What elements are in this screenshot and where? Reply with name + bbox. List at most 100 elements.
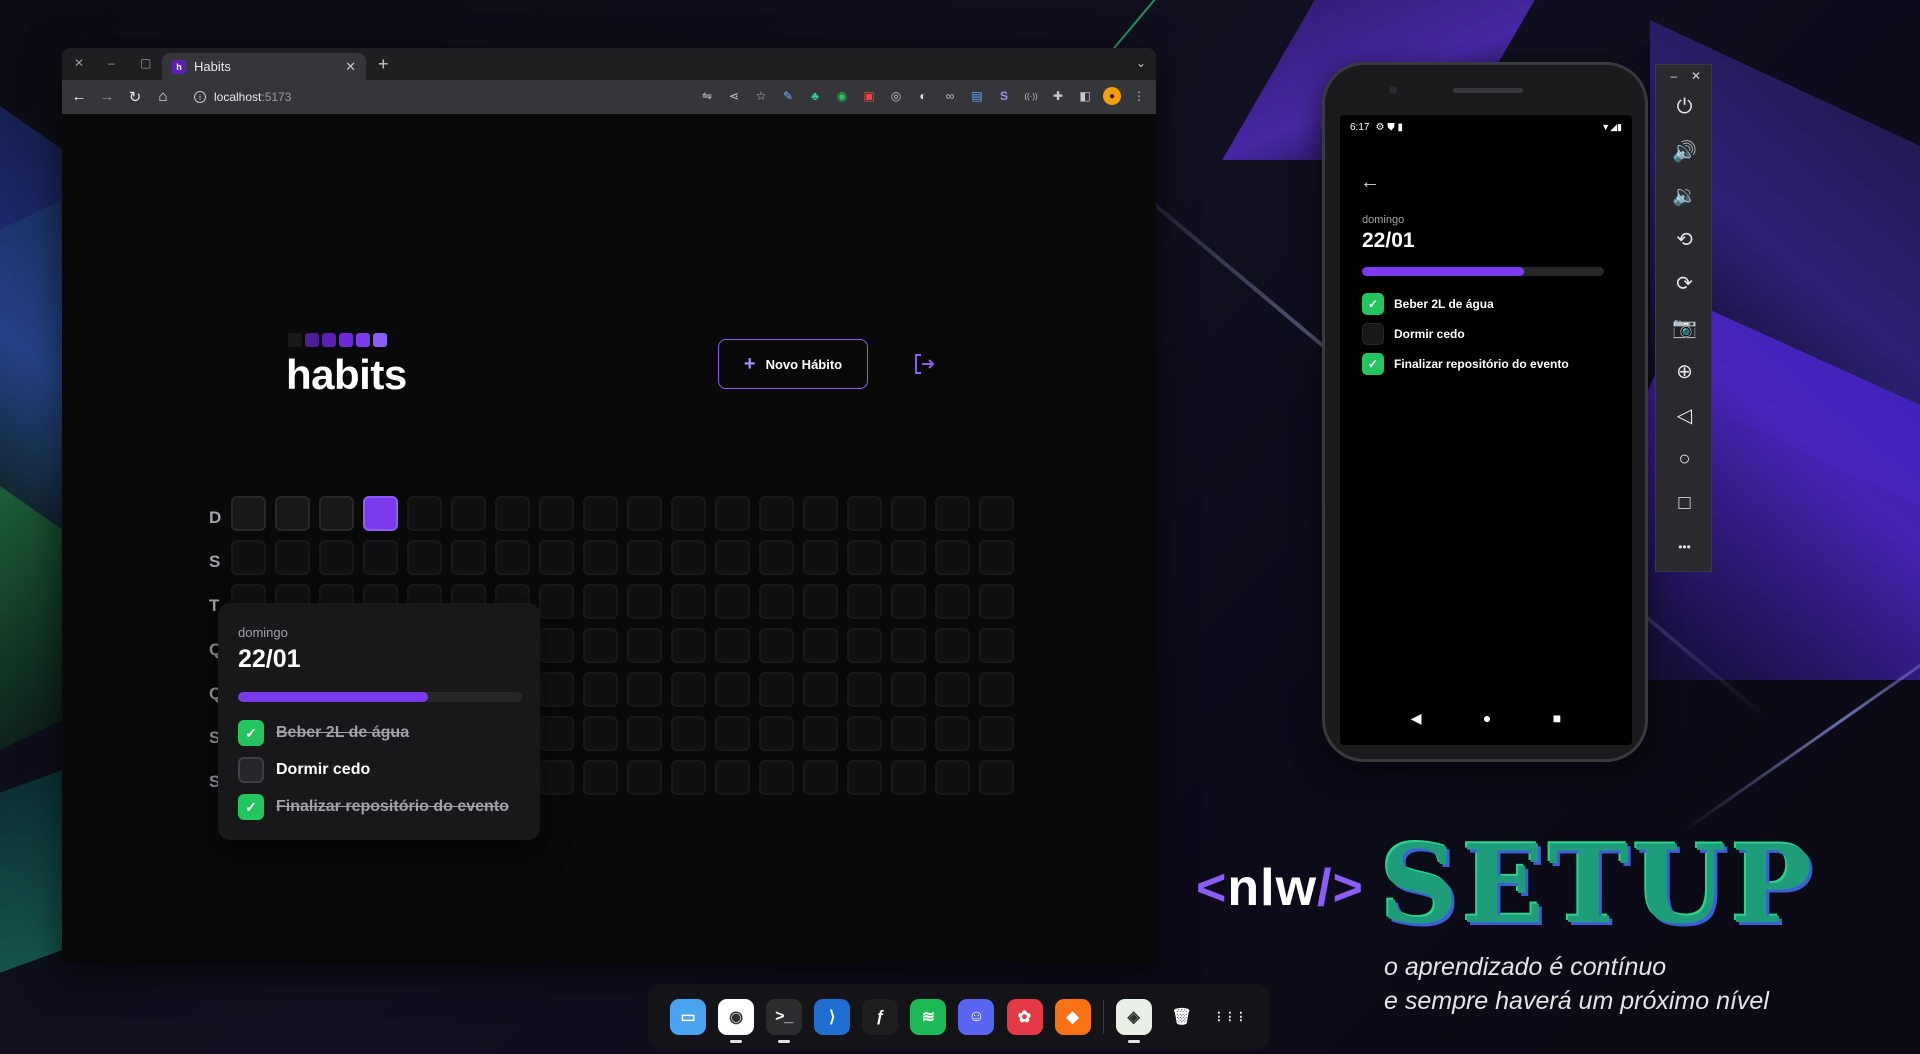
habit-day-cell[interactable] [583,760,618,795]
terminal-app-icon[interactable]: >_ [766,999,803,1043]
habit-day-cell[interactable] [671,628,706,663]
bookmark-star-icon[interactable]: ☆ [752,87,770,105]
s-badge-extension-icon[interactable]: S [995,87,1013,105]
habit-day-cell[interactable] [847,496,882,531]
minimize-window-icon[interactable]: – [108,56,115,70]
habit-day-cell[interactable] [627,672,662,707]
back-icon[interactable]: ◁ [1656,393,1713,437]
habit-day-cell[interactable] [847,672,882,707]
trash-app-icon[interactable]: 🗑 [1164,999,1200,1035]
habit-day-cell[interactable] [671,760,706,795]
habit-day-cell[interactable] [847,628,882,663]
habit-day-cell[interactable] [803,672,838,707]
habit-day-cell[interactable] [935,628,970,663]
logout-icon[interactable] [912,352,936,376]
address-bar[interactable]: i localhost:5173 [190,85,750,109]
habit-day-cell[interactable] [979,716,1014,751]
habit-day-cell[interactable] [759,628,794,663]
close-tab-icon[interactable]: ✕ [345,59,356,75]
habit-day-cell[interactable] [935,584,970,619]
back-arrow-icon[interactable]: ← [70,88,88,105]
new-habit-button[interactable]: + Novo Hábito [718,339,868,389]
habit-day-cell[interactable] [407,540,442,575]
habit-day-cell[interactable] [451,540,486,575]
habit-day-cell[interactable] [671,496,706,531]
chevron-down-icon[interactable]: ⌄ [1136,56,1146,70]
tree-extension-icon[interactable]: ♣ [806,87,824,105]
tab-habits[interactable]: h Habits ✕ [162,53,366,80]
sidepanel-icon[interactable]: ◧ [1076,87,1094,105]
habit-day-cell[interactable] [715,584,750,619]
habit-day-cell[interactable] [847,584,882,619]
habit-day-cell[interactable] [803,760,838,795]
habit-day-cell[interactable] [671,584,706,619]
habit-day-cell[interactable] [539,672,574,707]
habit-day-cell[interactable] [627,540,662,575]
habit-day-cell[interactable] [319,540,354,575]
habit-day-cell[interactable] [627,628,662,663]
habit-day-cell[interactable] [539,496,574,531]
habit-day-cell[interactable] [759,584,794,619]
habit-day-cell[interactable] [275,496,310,531]
habit-day-cell[interactable] [759,540,794,575]
habit-day-cell[interactable] [539,716,574,751]
habit-day-cell[interactable] [759,716,794,751]
android-studio-app-icon[interactable]: ◈ [1115,999,1152,1043]
habit-day-cell[interactable] [363,540,398,575]
mobile-habit-checkbox[interactable]: ✓ [1362,293,1384,315]
habit-day-cell[interactable] [583,496,618,531]
habit-day-cell[interactable] [935,540,970,575]
app-grid-icon[interactable]: ⋮⋮⋮ [1212,999,1248,1035]
habit-day-cell[interactable] [803,716,838,751]
habit-day-cell[interactable] [715,496,750,531]
eyedropper-extension-icon[interactable]: ✎ [779,87,797,105]
habit-day-cell[interactable] [935,760,970,795]
habit-checkbox[interactable]: ✓ [238,720,264,746]
habit-day-cell[interactable] [803,584,838,619]
new-tab-icon[interactable]: + [378,54,389,75]
discord-app-icon[interactable]: ☺ [958,999,995,1035]
files-app-icon[interactable]: ▭ [670,999,707,1035]
habit-day-cell[interactable] [583,628,618,663]
habit-day-cell[interactable] [231,496,266,531]
vscode-app-icon[interactable]: ⟩ [814,999,851,1035]
habit-day-cell[interactable] [803,540,838,575]
mobile-habit-row[interactable]: ✓ Finalizar repositório do evento [1362,353,1569,375]
habit-day-cell[interactable] [759,496,794,531]
habit-day-cell[interactable] [671,540,706,575]
habit-checkbox[interactable]: ✓ [238,794,264,820]
habit-day-cell[interactable] [451,496,486,531]
volume-down-icon[interactable]: 🔉 [1656,173,1713,217]
habit-day-cell[interactable] [847,540,882,575]
photos-app-icon[interactable]: ✿ [1006,999,1043,1035]
target-extension-icon[interactable]: ◎ [887,87,905,105]
maximize-window-icon[interactable]: ▢ [140,56,151,70]
site-info-icon[interactable]: i [194,91,206,103]
habit-day-cell[interactable] [979,584,1014,619]
habit-day-cell[interactable] [759,760,794,795]
more-icon[interactable]: ••• [1656,525,1713,569]
habit-day-cell[interactable] [891,496,926,531]
forward-arrow-icon[interactable]: → [98,88,116,105]
habit-day-cell[interactable] [759,672,794,707]
habit-day-cell[interactable] [319,496,354,531]
habit-day-cell[interactable] [539,584,574,619]
mobile-habit-checkbox[interactable] [1362,323,1384,345]
habit-day-cell[interactable] [671,716,706,751]
habit-day-cell[interactable] [935,716,970,751]
habit-day-cell[interactable] [627,584,662,619]
profile-avatar[interactable]: ● [1103,87,1121,105]
mobile-habit-checkbox[interactable]: ✓ [1362,353,1384,375]
habit-day-cell[interactable] [935,496,970,531]
figma-app-icon[interactable]: ƒ [862,999,899,1035]
bird-extension-icon[interactable]: ◐ [914,87,932,105]
habit-day-cell[interactable] [495,496,530,531]
habit-day-cell[interactable] [891,672,926,707]
power-icon[interactable]: ⏻ [1656,85,1713,129]
habit-day-cell[interactable] [979,628,1014,663]
habit-day-cell[interactable] [891,540,926,575]
nav-home-icon[interactable]: ● [1483,710,1491,726]
chrome-app-icon[interactable]: ◉ [718,999,755,1043]
habit-day-cell[interactable] [583,584,618,619]
habit-day-cell[interactable] [539,540,574,575]
